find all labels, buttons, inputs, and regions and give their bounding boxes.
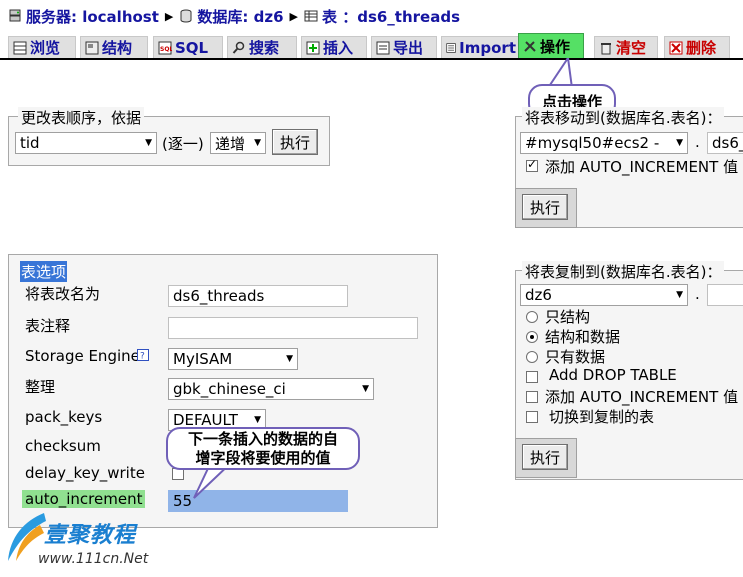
export-icon [376,41,390,54]
table-link[interactable]: 表 ：ds6_threads [322,6,460,27]
copy-switch-checkbox[interactable] [526,411,538,423]
rename-label: 将表改名为 [25,285,101,303]
server-icon [9,9,21,22]
move-execute-button[interactable]: 执行 [522,194,568,220]
tab-import[interactable]: Import [441,36,521,58]
tab-bar: 浏览 结构 SQL SQL 搜索 插入 导出 Import 操作 清空 删除 [8,33,743,61]
watermark-logo: 壹聚教程 www.111cn.Net [0,505,165,577]
order-field-select[interactable]: tid ▼ [15,132,157,154]
chevron-down-icon: ▼ [286,354,293,364]
browse-icon [13,41,27,54]
chevron-down-icon: ▼ [676,290,683,300]
move-dot: . [695,133,700,151]
search-icon [232,41,245,54]
tab-export[interactable]: 导出 [371,36,437,58]
order-single-label: (逐一) [162,135,204,153]
tab-browse[interactable]: 浏览 [8,36,76,58]
order-direction-select[interactable]: 递增 ▼ [210,132,266,154]
order-legend: 更改表顺序，依据 [18,107,145,128]
database-link[interactable]: 数据库: dz6 [197,6,283,27]
copy-execute-button[interactable]: 执行 [522,444,568,470]
chevron-right-icon: ▶ [289,9,298,23]
watermark-brand: 壹聚教程 [44,523,137,548]
chevron-down-icon: ▼ [254,415,261,425]
order-execute-button[interactable]: 执行 [272,129,318,155]
tab-drop[interactable]: 删除 [664,36,730,58]
svg-text:SQL: SQL [160,46,172,53]
chevron-down-icon: ▼ [676,138,683,148]
tab-insert[interactable]: 插入 [301,36,367,58]
tab-sql[interactable]: SQL SQL [153,36,223,58]
copy-structure-data-radio[interactable] [526,331,538,343]
svg-text:?: ? [140,352,145,362]
sql-icon: SQL [158,41,172,54]
engine-label: Storage Engine [25,347,140,365]
chevron-down-icon: ▼ [254,138,261,148]
copy-auto-increment-label: 添加 AUTO_INCREMENT 值 [545,388,739,406]
engine-select[interactable]: MyISAM ▼ [168,348,298,370]
comment-label: 表注释 [25,317,71,335]
move-table-input[interactable]: ds6_ [707,132,743,154]
rename-input[interactable]: ds6_threads [168,285,348,307]
move-auto-increment-checkbox[interactable] [526,157,538,172]
structure-icon [85,41,99,54]
copy-structure-only-label: 只结构 [545,308,591,326]
callout-auto-increment-note: 下一条插入的数据的自 增字段将要使用的值 [166,427,360,470]
copy-legend: 将表复制到(数据库名.表名)： [522,261,725,282]
server-link[interactable]: 服务器: localhost [26,6,159,27]
copy-data-only-label: 只有数据 [545,348,606,366]
copy-switch-label: 切换到复制的表 [549,408,655,426]
copy-auto-increment-checkbox[interactable] [526,391,538,403]
drop-icon [669,41,683,54]
options-legend: 表选项 [20,261,68,282]
operations-icon [524,41,536,52]
copy-drop-table-label: Add DROP TABLE [549,366,677,384]
move-legend: 将表移动到(数据库名.表名)： [522,107,725,128]
chevron-down-icon: ▼ [362,384,369,394]
tab-operations[interactable]: 操作 [518,33,584,58]
copy-table-input[interactable] [707,284,743,306]
chevron-down-icon: ▼ [145,138,152,148]
copy-db-select[interactable]: dz6 ▼ [520,284,688,306]
insert-icon [306,41,320,54]
import-icon [446,42,456,53]
tab-structure[interactable]: 结构 [80,36,148,58]
move-db-select[interactable]: #mysql50#ecs2 - ▼ [520,132,688,154]
help-icon[interactable]: ? [137,349,149,361]
database-icon [180,9,192,23]
watermark-url: www.111cn.Net [38,551,149,567]
empty-icon [601,42,611,54]
tab-search[interactable]: 搜索 [227,36,297,58]
copy-dot: . [695,285,700,303]
copy-data-only-radio[interactable] [526,351,538,363]
collation-label: 整理 [25,378,56,396]
comment-input[interactable] [168,317,418,339]
tab-empty[interactable]: 清空 [594,36,658,58]
copy-drop-table-checkbox[interactable] [526,371,538,383]
collation-select[interactable]: gbk_chinese_ci ▼ [168,378,374,400]
copy-structure-data-label: 结构和数据 [545,328,621,346]
checksum-label: checksum [25,437,101,455]
copy-structure-only-radio[interactable] [526,311,538,323]
delay-key-write-label: delay_key_write [25,464,145,482]
breadcrumb: 服务器: localhost ▶ 数据库: dz6 ▶ 表 ：ds6_threa… [8,4,460,28]
move-auto-increment-label: 添加 AUTO_INCREMENT 值 [545,158,739,176]
chevron-right-icon: ▶ [164,9,174,23]
tab-underline [0,58,743,60]
pack-keys-label: pack_keys [25,408,103,426]
table-icon [304,10,318,22]
